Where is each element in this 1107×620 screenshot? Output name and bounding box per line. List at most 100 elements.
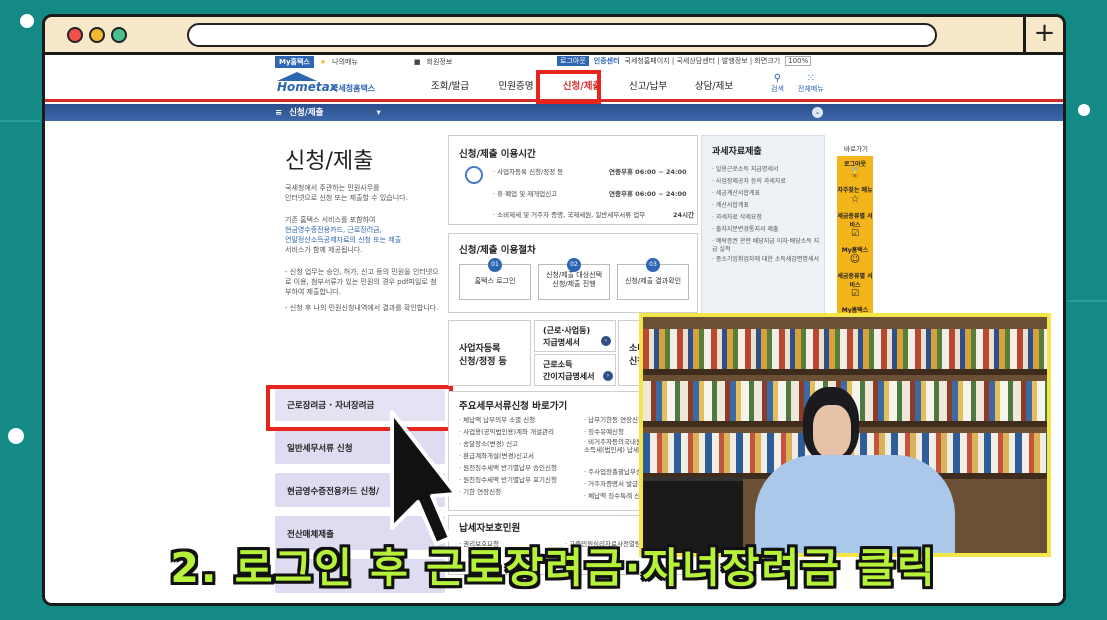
tile-label: 사업자등록 (459, 344, 501, 354)
tile-label: 신청/정정 등 (459, 357, 507, 367)
desc-line: - 신청 업무는 승인, 허가, 신고 등의 민원을 인터넷으 (285, 268, 439, 276)
shortcut-link[interactable]: · 체납액 징수특례 신청 (584, 490, 646, 500)
arrow-circle-icon: › (603, 371, 613, 381)
maximize-dot-icon[interactable] (111, 27, 127, 43)
quick-item[interactable]: 자주찾는 메뉴 ☆ (837, 182, 873, 208)
quick-item-label: 세금종류별 서비스 (837, 213, 873, 229)
panel-link[interactable]: · 계산서합계표 (712, 200, 822, 212)
new-tab-plus-icon[interactable]: + (1023, 17, 1063, 52)
panel-link[interactable]: · 예탁증권 관련 배당지급 이자·배당소득 지급 실적 (712, 238, 822, 254)
dropdown-icon: ▾ (376, 108, 381, 118)
checkbox-icon: ☑ (850, 289, 860, 299)
hours-row-time: 연중무휴 06:00 ~ 24:00 (609, 190, 687, 198)
procedure-step: 02 신청/제출 대상선택 신청/제출 진행 (538, 258, 610, 300)
desc-line: 기존 홈택스 서비스를 포함하여 (285, 216, 376, 224)
shortcut-link[interactable]: · 납부기한등 연장신청 (584, 414, 644, 424)
shortcut-link[interactable]: · 송달장소(변경) 신고 (459, 438, 518, 448)
user-icon: ■ (413, 58, 421, 66)
clock-icon (465, 166, 483, 184)
shortcut-link[interactable]: · 환급계좌개설(변경)신고서 (459, 450, 534, 460)
shortcut-link[interactable]: · 징수유예신청 (584, 426, 624, 436)
star-icon: ☆ (850, 194, 860, 205)
desc-line: 국세청에서 주관하는 민원사무를 (285, 184, 380, 192)
utility-bar: My홈택스 ★ 나의메뉴 ■ 회원정보 로그아웃 인증센터 국세청홈페이지 | … (45, 55, 1063, 69)
hours-row-time: 24시간 (673, 211, 695, 219)
lock-icon: 🔓 (848, 168, 862, 179)
panel-link[interactable]: · 과세자료 삭제요청 (712, 212, 822, 224)
tile-payment-statement[interactable]: (근로·사업등) 지급명세서 › (534, 320, 616, 352)
star-icon: ★ (319, 58, 327, 66)
all-menu-button[interactable]: ⁙ 전체메뉴 (798, 73, 824, 94)
nav-icon-group: ⚲ 검색 ⁙ 전체메뉴 (771, 73, 824, 94)
cert-center-link[interactable]: 인증센터 (594, 56, 620, 66)
tile-simplified-statement[interactable]: 근로소득 간이지급명세서 › (534, 354, 616, 386)
presenter-face (813, 405, 851, 457)
quick-item[interactable]: My홈택스 ☺ (837, 242, 873, 268)
panel-link[interactable]: · 출자지분변경통지서 제출 (712, 224, 822, 236)
utility-links[interactable]: 국세청홈페이지 | 국세상담센터 | 발행정보 | 화면크기 (625, 56, 781, 66)
collapse-chevron-icon[interactable]: ⌄ (812, 107, 823, 118)
desc-line: 로 이용, 첨부서류가 있는 민원의 경우 pdf파일로 첨 (285, 278, 437, 286)
hours-card: 신청/제출 이용시간 · 사업자등록 신청/정정 등 연중무휴 06:00 ~ … (448, 135, 698, 225)
nav-consult[interactable]: 상담/제보 (681, 78, 747, 92)
step-label: 신청/제출 결과확인 (624, 277, 682, 285)
shortcuts-title: 주요세무서류신청 바로가기 (459, 401, 568, 412)
zoom-level[interactable]: 100% (785, 56, 812, 66)
hours-row-time: 연중무휴 06:00 ~ 24:00 (609, 168, 687, 176)
hours-row-label: · 휴·폐업 및 재개업신고 (493, 190, 558, 198)
minimize-dot-icon[interactable] (89, 27, 105, 43)
member-info-link[interactable]: 회원정보 (427, 57, 453, 67)
grid-icon: ⁙ (806, 73, 815, 84)
tile-label: 근로소득 (543, 360, 573, 369)
breadcrumb-label: 신청/제출 (289, 108, 324, 118)
shortcut-link[interactable]: · 기한 연장신청 (459, 486, 501, 496)
decor-line (0, 120, 40, 122)
decor-dot (8, 428, 24, 444)
hometax-logo[interactable]: Hometax 국세청홈택스 (275, 72, 385, 98)
protection-title: 납세자보호민원 (459, 523, 521, 534)
step-label: 신청/제출 대상선택 신청/제출 진행 (545, 271, 603, 288)
desc-line: 인터넷으로 신청 또는 제출할 수 있습니다. (285, 194, 408, 202)
menu-icon: ≡ (275, 108, 283, 118)
close-dot-icon[interactable] (67, 27, 83, 43)
desc-line[interactable]: 현금영수증전용카드, 근로장려금, (285, 225, 455, 235)
panel-link[interactable]: · 세금계산서합계표 (712, 188, 822, 200)
quick-item-label: 로그아웃 (843, 161, 867, 168)
panel-link[interactable]: · 일용근로소득 지급명세서 (712, 164, 822, 176)
myhome-link[interactable]: My홈택스 (275, 56, 314, 68)
panel-link[interactable]: · 중소기업취업자에 대한 소득세감면명세서 (712, 256, 822, 264)
quick-item[interactable]: 세금종류별 서비스 ☑ (837, 208, 873, 242)
tile-label: 지급명세서 (543, 338, 580, 347)
page-title: 신청/제출 (285, 149, 374, 174)
arrow-circle-icon: › (601, 336, 611, 346)
quick-item[interactable]: 로그아웃 🔓 (837, 156, 873, 182)
search-icon: ⚲ (773, 73, 782, 84)
shelf (643, 369, 1047, 375)
quick-item-label: 세금종류별 서비스 (837, 273, 873, 289)
shortcut-link[interactable]: · 원천징수세액 반기별납부 승인신청 (459, 462, 557, 472)
breadcrumb[interactable]: ≡ 신청/제출 ▾ (275, 106, 405, 120)
decor-dot (1078, 104, 1090, 116)
shortcut-link[interactable]: · 원천징수세액 반기별납부 포기신청 (459, 474, 557, 484)
logout-button[interactable]: 로그아웃 (557, 56, 589, 66)
favorites-link[interactable]: 나의메뉴 (332, 57, 358, 67)
hours-row-label: · 소비제세 및 거주자 증명, 국제세원, 일반세무서류 업무 (493, 211, 646, 219)
quick-item-label: 자주찾는 메뉴 (837, 187, 873, 194)
presenter-video (639, 313, 1051, 557)
all-menu-label: 전체메뉴 (797, 85, 824, 93)
nav-inquiry[interactable]: 조회/발급 (417, 78, 483, 92)
highlight-box-nav (536, 70, 601, 104)
desc-line[interactable]: 연말정산소득공제자료의 신청 또는 제출 (285, 235, 455, 245)
shortcut-link[interactable]: · 사업용(공익법인용)계좌 개설관리 (459, 426, 554, 436)
quick-item[interactable]: 세금종류별 서비스 ☑ (837, 268, 873, 302)
search-button[interactable]: ⚲ 검색 (771, 73, 784, 94)
shortcut-link[interactable]: · 체납액 납부의무 소멸 신청 (459, 414, 535, 424)
panel-list: · 일용근로소득 지급명세서 · 사업장제공자 등의 과세자료 · 세금계산서합… (712, 164, 822, 266)
tile-business-registration[interactable]: 사업자등록 신청/정정 등 (448, 320, 531, 386)
address-bar[interactable] (187, 23, 937, 47)
tile-label: 간이지급명세서 (543, 372, 595, 381)
bookshelf-books (643, 329, 1047, 369)
procedure-step: 03 신청/제출 결과확인 (617, 258, 689, 300)
nav-report-pay[interactable]: 신고/납부 (615, 78, 681, 92)
panel-link[interactable]: · 사업장제공자 등의 과세자료 (712, 176, 822, 188)
